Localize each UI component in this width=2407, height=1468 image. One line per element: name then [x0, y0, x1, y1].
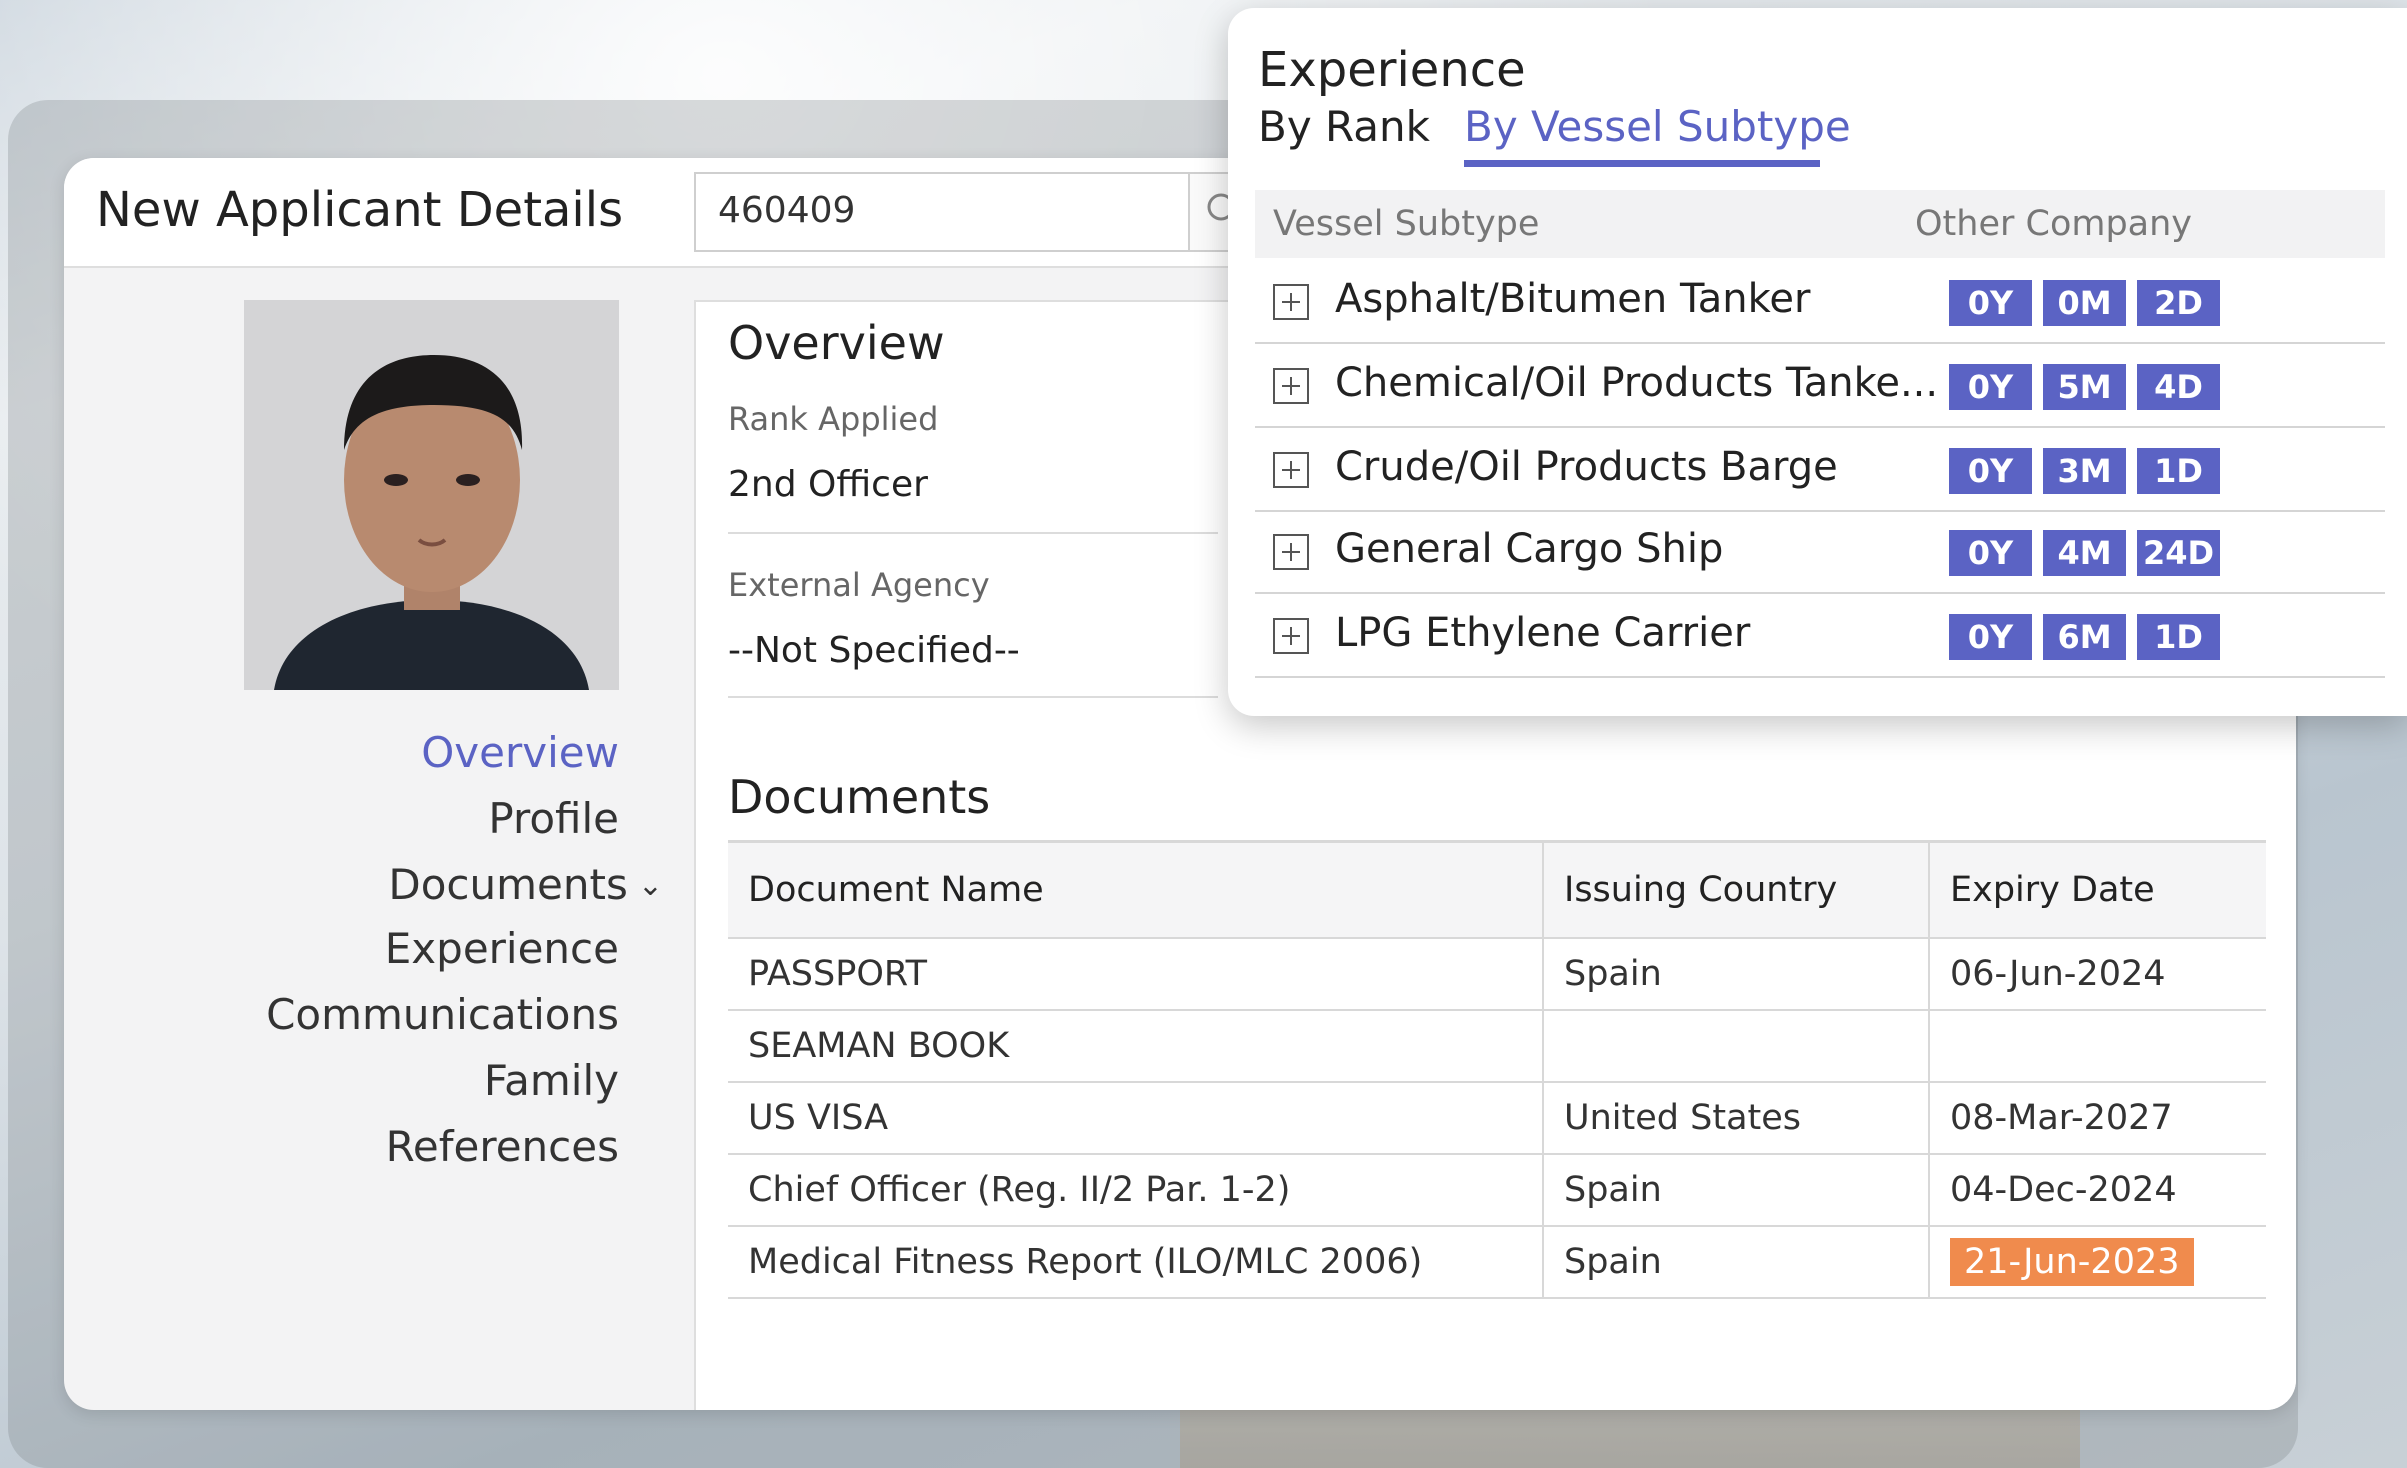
plus-square-icon[interactable]	[1273, 618, 1309, 654]
months-badge: 3M	[2043, 448, 2126, 494]
years-badge: 0Y	[1949, 530, 2032, 576]
document-name: Medical Fitness Report (ILO/MLC 2006)	[728, 1226, 1543, 1299]
table-row[interactable]: Medical Fitness Report (ILO/MLC 2006) Sp…	[728, 1226, 2266, 1299]
list-item[interactable]: LPG Ethylene Carrier 0Y 6M 1D	[1255, 594, 2385, 678]
document-name: US VISA	[728, 1082, 1543, 1155]
duration-badges: 0Y 6M 1D	[1949, 614, 2231, 660]
vessel-subtype-name: Asphalt/Bitumen Tanker	[1335, 276, 1811, 322]
vessel-subtype-name: General Cargo Ship	[1335, 526, 1724, 572]
document-name: PASSPORT	[728, 938, 1543, 1011]
column-header[interactable]: Document Name	[728, 840, 1543, 939]
avatar	[244, 300, 619, 690]
table-header-row: Document Name Issuing Country Expiry Dat…	[728, 840, 2266, 939]
days-badge: 1D	[2137, 614, 2220, 660]
active-tab-indicator	[1464, 160, 1820, 167]
tab-by-vessel-subtype[interactable]: By Vessel Subtype	[1464, 102, 1851, 151]
days-badge: 4D	[2137, 364, 2220, 410]
overview-title: Overview	[728, 316, 945, 370]
nav-communications[interactable]: Communications	[266, 990, 619, 1039]
list-item[interactable]: Crude/Oil Products Barge 0Y 3M 1D	[1255, 428, 2385, 512]
column-header: Vessel Subtype	[1273, 204, 1540, 244]
column-header: Other Company	[1915, 204, 2193, 244]
applicant-photo	[244, 300, 619, 690]
nav-experience[interactable]: Experience	[385, 924, 619, 973]
years-badge: 0Y	[1949, 614, 2032, 660]
table-row[interactable]: Chief Officer (Reg. II/2 Par. 1-2) Spain…	[728, 1154, 2266, 1227]
list-item[interactable]: Asphalt/Bitumen Tanker 0Y 0M 2D	[1255, 260, 2385, 344]
expiry-date-cell: 21-Jun-2023	[1928, 1226, 2266, 1299]
page-title: New Applicant Details	[96, 182, 624, 238]
list-item[interactable]: Chemical/Oil Products Tanke... 0Y 5M 4D	[1255, 344, 2385, 428]
search-input[interactable]: 460409	[718, 190, 855, 231]
issuing-country: Spain	[1542, 1226, 1929, 1299]
issuing-country: United States	[1542, 1082, 1929, 1155]
duration-badges: 0Y 5M 4D	[1949, 364, 2231, 410]
plus-square-icon[interactable]	[1273, 534, 1309, 570]
list-item[interactable]: General Cargo Ship 0Y 4M 24D	[1255, 510, 2385, 594]
plus-square-icon[interactable]	[1273, 368, 1309, 404]
expiry-date: 06-Jun-2024	[1928, 938, 2266, 1011]
divider	[728, 532, 1218, 534]
rank-applied-value: 2nd Officer	[728, 464, 928, 505]
table-row[interactable]: SEAMAN BOOK	[728, 1010, 2266, 1083]
months-badge: 6M	[2043, 614, 2126, 660]
divider	[728, 696, 1218, 698]
documents-title: Documents	[728, 770, 991, 824]
years-badge: 0Y	[1949, 364, 2032, 410]
table-row[interactable]: US VISA United States 08-Mar-2027	[728, 1082, 2266, 1155]
expiry-date: 08-Mar-2027	[1928, 1082, 2266, 1155]
document-name: SEAMAN BOOK	[728, 1010, 1543, 1083]
issuing-country	[1542, 1010, 1929, 1083]
nav-documents[interactable]: Documents ⌄	[388, 860, 663, 909]
years-badge: 0Y	[1949, 448, 2032, 494]
plus-square-icon[interactable]	[1273, 284, 1309, 320]
duration-badges: 0Y 0M 2D	[1949, 280, 2231, 326]
expiry-date: 04-Dec-2024	[1928, 1154, 2266, 1227]
duration-badges: 0Y 4M 24D	[1949, 530, 2231, 576]
months-badge: 5M	[2043, 364, 2126, 410]
external-agency-label: External Agency	[728, 566, 990, 604]
nav-references[interactable]: References	[386, 1122, 619, 1171]
days-badge: 24D	[2137, 530, 2220, 576]
column-header[interactable]: Expiry Date	[1928, 840, 2266, 939]
days-badge: 1D	[2137, 448, 2220, 494]
tab-by-rank[interactable]: By Rank	[1258, 102, 1430, 151]
days-badge: 2D	[2137, 280, 2220, 326]
issuing-country: Spain	[1542, 938, 1929, 1011]
duration-badges: 0Y 3M 1D	[1949, 448, 2231, 494]
experience-popup: Experience By Rank By Vessel Subtype Ves…	[1228, 8, 2407, 716]
nav-family[interactable]: Family	[484, 1056, 619, 1105]
issuing-country: Spain	[1542, 1154, 1929, 1227]
document-name: Chief Officer (Reg. II/2 Par. 1-2)	[728, 1154, 1543, 1227]
experience-title: Experience	[1258, 42, 1526, 98]
years-badge: 0Y	[1949, 280, 2032, 326]
vessel-subtype-name: Chemical/Oil Products Tanke...	[1335, 360, 1939, 406]
rank-applied-label: Rank Applied	[728, 400, 939, 438]
chevron-down-icon: ⌄	[637, 868, 663, 903]
external-agency-value: --Not Specified--	[728, 630, 1020, 671]
nav-profile[interactable]: Profile	[488, 794, 619, 843]
vessel-subtype-name: LPG Ethylene Carrier	[1335, 610, 1751, 656]
experience-table-header: Vessel Subtype Other Company	[1255, 190, 2385, 258]
months-badge: 0M	[2043, 280, 2126, 326]
table-row[interactable]: PASSPORT Spain 06-Jun-2024	[728, 938, 2266, 1011]
months-badge: 4M	[2043, 530, 2126, 576]
documents-table: Document Name Issuing Country Expiry Dat…	[728, 840, 2266, 1299]
column-header[interactable]: Issuing Country	[1542, 840, 1929, 939]
nav-overview[interactable]: Overview	[421, 728, 619, 777]
plus-square-icon[interactable]	[1273, 452, 1309, 488]
expiry-date	[1928, 1010, 2266, 1083]
vessel-subtype-name: Crude/Oil Products Barge	[1335, 444, 1838, 490]
nav-documents-label: Documents	[388, 860, 628, 909]
expired-date-badge: 21-Jun-2023	[1950, 1238, 2194, 1286]
